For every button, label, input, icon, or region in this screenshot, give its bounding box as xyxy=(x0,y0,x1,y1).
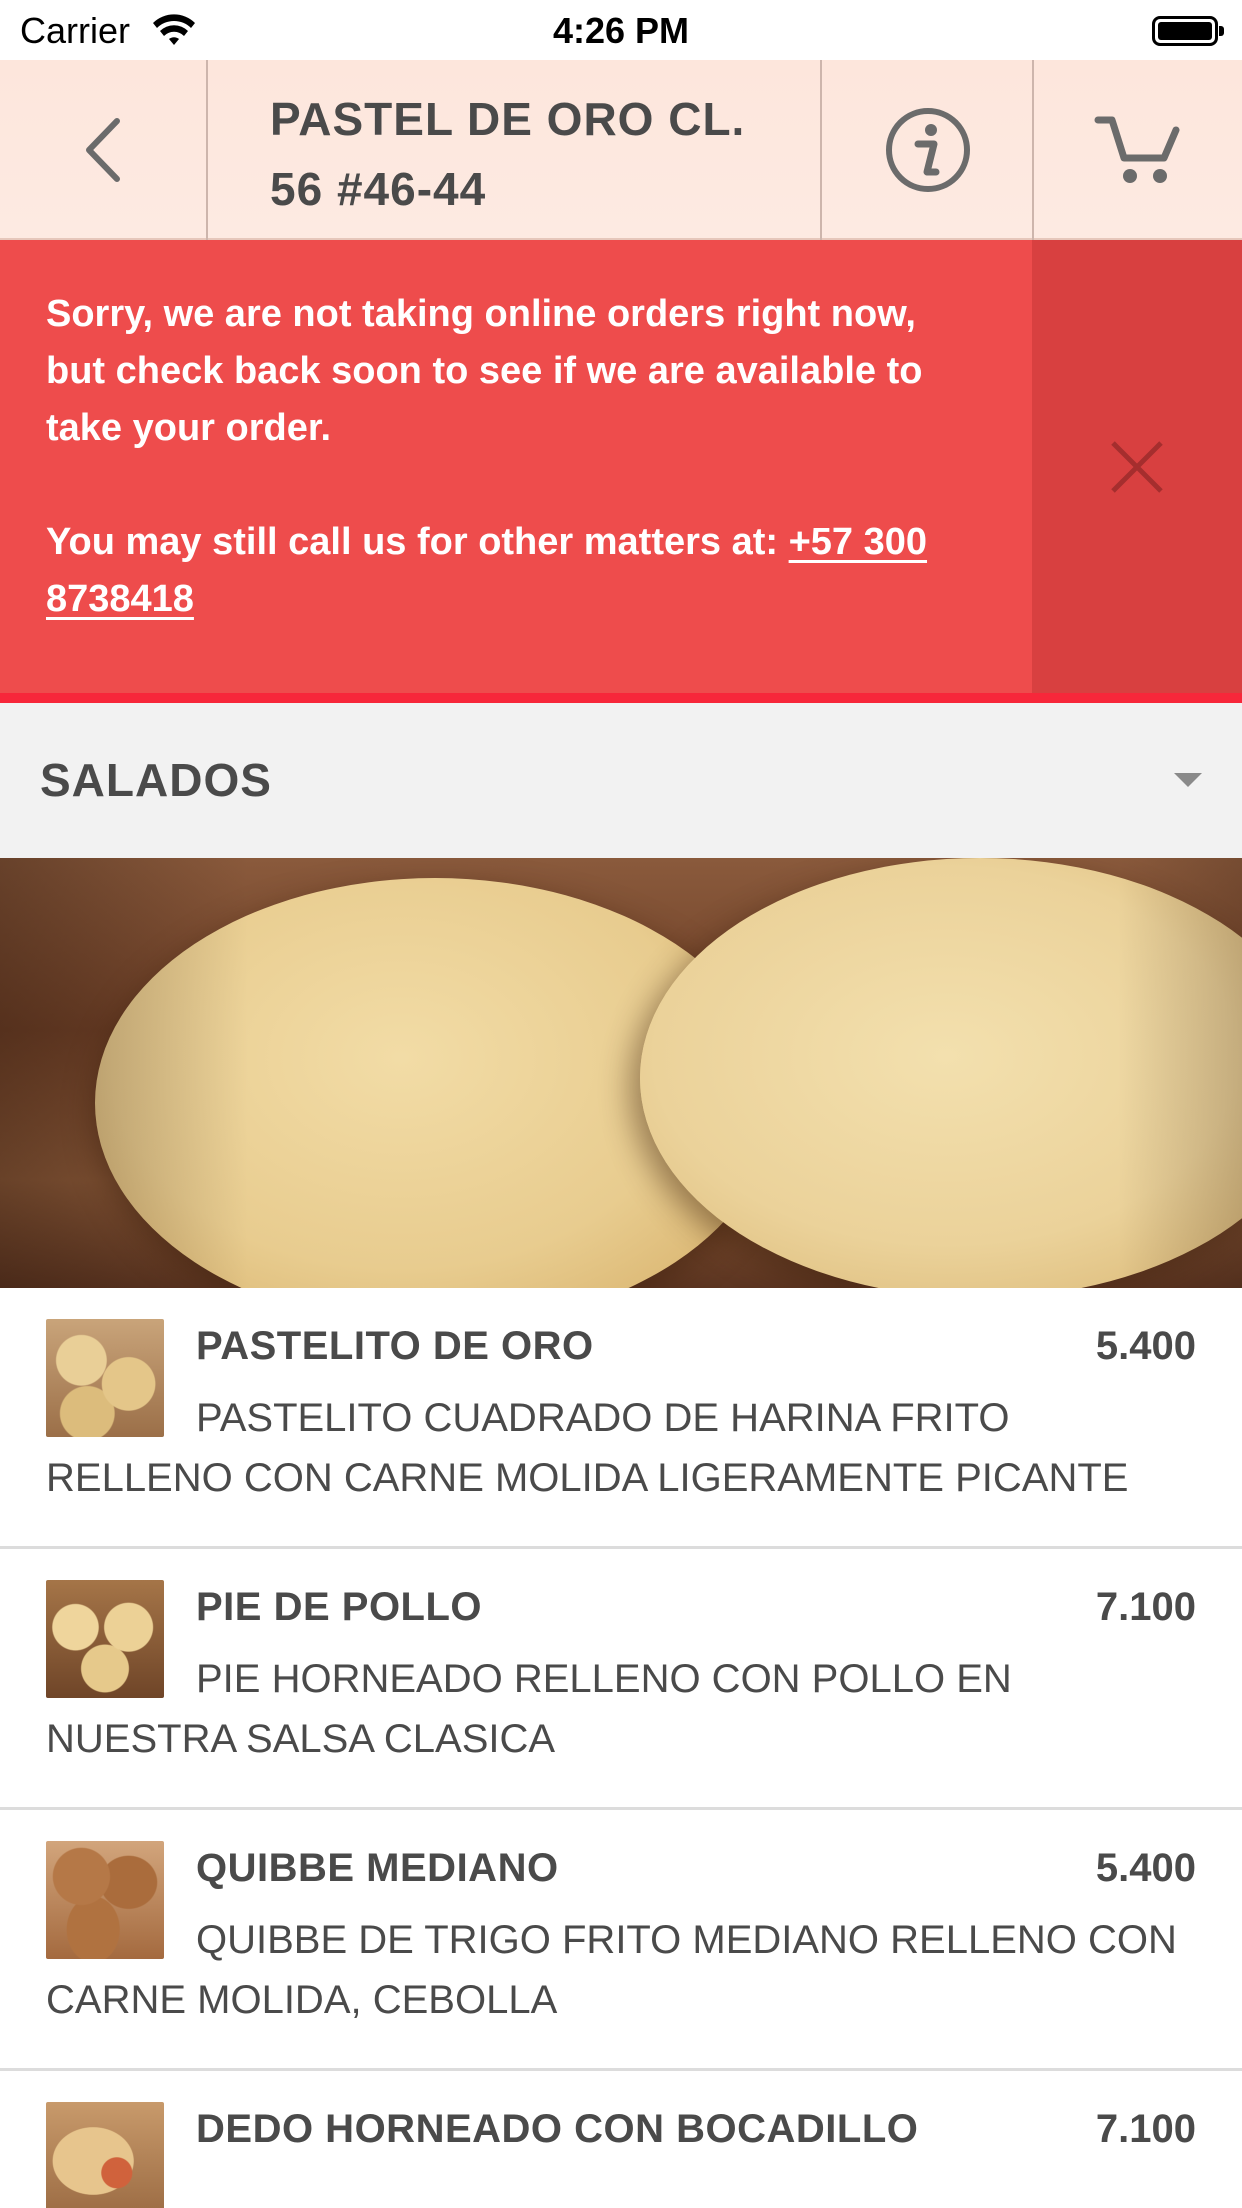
store-title-line1: PASTEL DE ORO CL. xyxy=(270,93,746,145)
menu-item[interactable]: PASTELITO DE ORO 5.400 PASTELITO CUADRAD… xyxy=(0,1288,1242,1549)
alert-message: Sorry, we are not taking online orders r… xyxy=(46,293,923,449)
alert-call-prefix: You may still call us for other matters … xyxy=(46,521,789,563)
item-description: PIE HORNEADO RELLENO CON POLLO EN NUESTR… xyxy=(46,1657,1012,1761)
back-button[interactable] xyxy=(0,60,208,240)
caret-down-icon xyxy=(1174,773,1202,787)
status-time: 4:26 PM xyxy=(552,10,690,51)
alert-text: Sorry, we are not taking online orders r… xyxy=(46,286,966,628)
store-header: PASTEL DE ORO CL. 56 #46-44 xyxy=(0,60,1242,240)
store-title: PASTEL DE ORO CL. 56 #46-44 xyxy=(210,60,822,240)
item-thumbnail xyxy=(46,1319,164,1437)
item-thumbnail xyxy=(46,1841,164,1959)
item-thumbnail xyxy=(46,2102,164,2208)
item-name: PIE DE POLLO xyxy=(196,1585,483,1629)
category-label: SALADOS xyxy=(40,754,272,806)
alert-close-button[interactable] xyxy=(1032,240,1242,693)
chevron-left-icon xyxy=(86,118,120,182)
store-title-line2: 56 #46-44 xyxy=(270,163,487,215)
category-selector[interactable]: SALADOS xyxy=(0,703,1242,858)
menu-list: PASTELITO DE ORO 5.400 PASTELITO CUADRAD… xyxy=(0,1288,1242,2208)
status-bar: Carrier 4:26 PM xyxy=(0,0,1242,60)
category-hero-image xyxy=(0,858,1242,1288)
item-description: QUIBBE DE TRIGO FRITO MEDIANO RELLENO CO… xyxy=(46,1918,1177,2022)
closed-alert-banner: Sorry, we are not taking online orders r… xyxy=(0,240,1242,703)
alert-call-text: You may still call us for other matters … xyxy=(46,514,966,628)
item-name: DEDO HORNEADO CON BOCADILLO xyxy=(196,2107,919,2151)
item-description: PASTELITO CUADRADO DE HARINA FRITO RELLE… xyxy=(46,1396,1129,1500)
menu-item[interactable]: DEDO HORNEADO CON BOCADILLO 7.100 xyxy=(0,2071,1242,2208)
info-button[interactable] xyxy=(824,60,1034,240)
item-name: QUIBBE MEDIANO xyxy=(196,1846,559,1890)
close-icon xyxy=(1111,440,1163,493)
battery-icon xyxy=(1152,16,1224,46)
item-price: 7.100 xyxy=(1095,2107,1196,2151)
item-thumbnail xyxy=(46,1580,164,1698)
menu-item[interactable]: PIE DE POLLO 7.100 PIE HORNEADO RELLENO … xyxy=(0,1549,1242,1810)
item-name: PASTELITO DE ORO xyxy=(196,1324,594,1368)
hero-shade xyxy=(0,858,1242,1288)
item-price: 5.400 xyxy=(1095,1324,1196,1368)
cart-button[interactable] xyxy=(1036,60,1242,240)
item-price: 7.100 xyxy=(1095,1585,1196,1629)
item-price: 5.400 xyxy=(1095,1846,1196,1890)
cart-icon xyxy=(1094,116,1180,183)
info-icon xyxy=(886,108,970,192)
menu-item[interactable]: QUIBBE MEDIANO 5.400 QUIBBE DE TRIGO FRI… xyxy=(0,1810,1242,2071)
